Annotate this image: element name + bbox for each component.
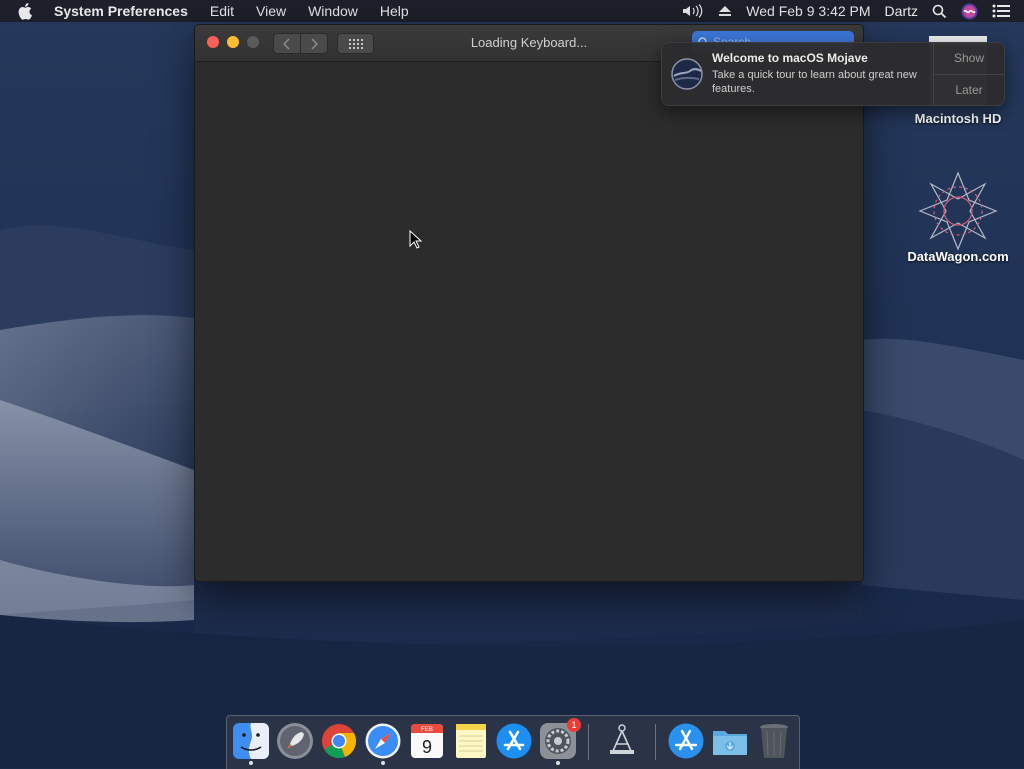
- desktop-icon-datawagon[interactable]: DataWagon.com: [903, 168, 1013, 264]
- dock-item-applications[interactable]: [667, 722, 705, 760]
- siri-icon[interactable]: [961, 3, 978, 20]
- desktop-icon-label: DataWagon.com: [907, 249, 1009, 264]
- app-store-icon: [496, 723, 532, 759]
- dock-item-launchpad[interactable]: [276, 722, 314, 760]
- dock-item-notes[interactable]: [452, 722, 490, 760]
- dock-item-safari[interactable]: [364, 722, 402, 765]
- mouse-cursor-icon: [409, 230, 423, 249]
- dock-item-system-preferences[interactable]: 1: [539, 718, 581, 765]
- running-indicator: [556, 761, 560, 765]
- downloads-folder-icon: [713, 731, 747, 755]
- running-indicator: [249, 761, 253, 765]
- menu-user[interactable]: Dartz: [885, 3, 918, 19]
- window-content: [195, 62, 863, 581]
- notification-center-icon[interactable]: [992, 4, 1010, 18]
- menu-help[interactable]: Help: [380, 3, 409, 19]
- dock-item-trash[interactable]: [755, 722, 793, 760]
- apple-menu-icon[interactable]: [18, 2, 38, 20]
- dock-item-chrome[interactable]: [320, 722, 358, 760]
- finder-icon: [233, 723, 269, 759]
- volume-icon[interactable]: [682, 4, 704, 18]
- menu-edit[interactable]: Edit: [210, 3, 234, 19]
- notification-actions: Show Later: [933, 43, 1004, 105]
- eject-icon[interactable]: [718, 5, 732, 17]
- notification-body: Take a quick tour to learn about great n…: [712, 69, 917, 95]
- menu-view[interactable]: View: [256, 3, 286, 19]
- macos-mojave-icon: [671, 58, 703, 90]
- menu-clock[interactable]: Wed Feb 9 3:42 PM: [746, 3, 870, 19]
- launchpad-icon: [277, 723, 313, 759]
- system-preferences-window: Loading Keyboard... Search: [194, 24, 864, 582]
- desktop-icon-label: Macintosh HD: [914, 111, 1002, 126]
- dock-separator: [655, 724, 656, 760]
- chrome-icon: [322, 724, 357, 759]
- notes-icon: [456, 724, 486, 758]
- notification-banner[interactable]: Welcome to macOS Mojave Take a quick tou…: [661, 42, 1005, 106]
- notification-badge: 1: [567, 718, 581, 732]
- menu-app-name[interactable]: System Preferences: [54, 3, 188, 19]
- show-button[interactable]: Show: [934, 43, 1004, 75]
- dock-item-downloads[interactable]: [711, 722, 749, 760]
- menu-bar: System Preferences Edit View Window Help…: [0, 0, 1024, 22]
- calendar-month: FEB: [421, 727, 433, 733]
- datawagon-icon: [918, 171, 998, 251]
- calendar-day: 9: [422, 737, 432, 757]
- network-utility-icon: [610, 724, 634, 754]
- notification-title: Welcome to macOS Mojave: [712, 51, 868, 65]
- safari-icon: [365, 723, 401, 759]
- running-indicator: [381, 761, 385, 765]
- dock-item-calendar[interactable]: FEB 9: [408, 722, 446, 760]
- trash-icon: [760, 724, 788, 758]
- calendar-icon: FEB 9: [411, 724, 443, 758]
- dock-separator: [588, 724, 589, 760]
- dock-item-finder[interactable]: [232, 722, 270, 765]
- dock-item-network-utility[interactable]: [603, 722, 641, 760]
- dock: FEB 9 1: [226, 715, 800, 769]
- dock-item-app-store[interactable]: [495, 722, 533, 760]
- menu-window[interactable]: Window: [308, 3, 358, 19]
- spotlight-search-icon[interactable]: [932, 4, 947, 19]
- applications-folder-icon: [668, 723, 704, 759]
- later-button[interactable]: Later: [934, 75, 1004, 106]
